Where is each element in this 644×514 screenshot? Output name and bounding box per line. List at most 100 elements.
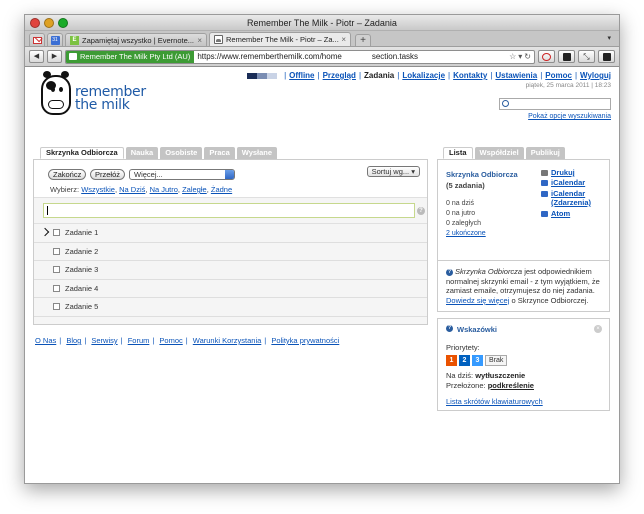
nav-locations[interactable]: Lokalizacje — [402, 71, 445, 80]
forward-button[interactable]: ▶ — [47, 50, 62, 63]
nav-contacts[interactable]: Kontakty — [453, 71, 487, 80]
resize-button[interactable]: ⤡ — [578, 50, 595, 63]
tip-postponed-value: podkreślenie — [487, 381, 534, 390]
identity-icon — [69, 53, 77, 60]
list-tabs: Skrzynka Odbiorcza Nauka Osobiste Praca … — [40, 147, 278, 159]
calendar-icon — [541, 191, 548, 197]
priority-3-badge: 3 — [472, 355, 483, 366]
browser-tab-bar: 31 E Zapamiętaj wszystko | Evernote... ×… — [25, 31, 619, 47]
close-tab-icon[interactable]: × — [341, 35, 346, 44]
zoom-window-button[interactable] — [58, 18, 68, 28]
search-input[interactable] — [499, 98, 611, 110]
browser-tab-evernote[interactable]: E Zapamiętaj wszystko | Evernote... × — [65, 33, 207, 46]
tip-today-value: wytłuszczenie — [475, 371, 526, 380]
icalendar-events-link[interactable]: iCalendar — [551, 189, 585, 198]
new-tab-button[interactable]: + — [355, 34, 371, 46]
tab-osobiste[interactable]: Osobiste — [160, 147, 203, 159]
select-none-link[interactable]: Żadne — [211, 185, 232, 194]
stat-today: 0 na dziś — [446, 200, 475, 207]
task-row[interactable]: Zadanie 5 — [34, 298, 427, 317]
icalendar-events-link-suffix[interactable]: (Zdarzenia) — [551, 198, 591, 207]
footer-terms-link[interactable]: Warunki Korzystania — [193, 336, 262, 345]
minimize-window-button[interactable] — [44, 18, 54, 28]
select-prefix: Wybierz: — [50, 185, 80, 194]
help-list-name: Skrzynka Odbiorcza — [455, 267, 523, 276]
atom-link[interactable]: Atom — [551, 209, 570, 218]
url-text[interactable]: https://www.rememberthemilk.com/home sect… — [194, 52, 509, 61]
select-tomorrow-link[interactable]: Na Jutro — [150, 185, 178, 194]
print-link[interactable]: Drukuj — [551, 168, 575, 177]
search-options-link[interactable]: Pokaż opcje wyszukiwania — [528, 113, 611, 120]
close-window-button[interactable] — [30, 18, 40, 28]
tab-menu-icon[interactable]: ▾ — [607, 34, 611, 42]
reload-icon[interactable]: ↻ — [524, 52, 531, 61]
list-title: Skrzynka Odbiorcza — [446, 170, 518, 179]
url-end: section.tasks — [371, 52, 419, 61]
footer-privacy-link[interactable]: Polityka prywatności — [271, 336, 339, 345]
footer-help-link[interactable]: Pomoc — [159, 336, 182, 345]
completed-link[interactable]: 2 ukończone — [446, 230, 486, 237]
task-row[interactable]: Zadanie 1 — [34, 224, 427, 243]
site-identity-badge[interactable]: Remember The Milk Pty Ltd (AU) — [66, 50, 195, 63]
complete-button[interactable]: Zakończ — [48, 169, 87, 180]
icalendar-link[interactable]: iCalendar — [551, 178, 585, 187]
nav-offline[interactable]: Offline — [289, 71, 314, 80]
task-checkbox[interactable] — [53, 229, 60, 236]
url-start: https://www.rememberthemilk.com/home — [197, 52, 342, 61]
nav-settings[interactable]: Ustawienia — [495, 71, 537, 80]
task-checkbox[interactable] — [53, 247, 60, 255]
select-today-link[interactable]: Na Dziś — [119, 185, 145, 194]
tab-wyslane[interactable]: Wysłane — [236, 147, 278, 159]
select-overdue-link[interactable]: Zaległe — [182, 185, 207, 194]
sort-by-select[interactable]: Sortuj wg... ▾ — [366, 166, 420, 177]
shortcuts-link[interactable]: Lista skrótów klawiaturowych — [446, 397, 543, 406]
browser-tab-label: Remember The Milk - Piotr – Za... — [226, 35, 339, 44]
close-tab-icon[interactable]: × — [197, 36, 202, 45]
task-row[interactable]: Zadanie 2 — [34, 242, 427, 262]
tab-list[interactable]: Lista — [443, 147, 473, 159]
select-all-link[interactable]: Wszystkie — [81, 185, 115, 194]
learn-more-link[interactable]: Dowiedz się więcej — [446, 296, 509, 305]
addon-button-dark[interactable] — [558, 50, 575, 63]
tab-share[interactable]: Współdziel — [474, 147, 524, 159]
task-checkbox[interactable] — [53, 266, 60, 274]
rtm-logo[interactable]: remember the milk — [35, 71, 146, 121]
dropdown-arrow-icon[interactable]: ▾ — [518, 52, 522, 61]
browser-tab-rtm[interactable]: Remember The Milk - Piotr – Za... × — [209, 32, 351, 46]
tab-publish[interactable]: Publikuj — [525, 147, 565, 159]
nav-help[interactable]: Pomoc — [545, 71, 572, 80]
addon-icon — [542, 52, 551, 61]
back-button[interactable]: ◀ — [29, 50, 44, 63]
footer-services-link[interactable]: Serwisy — [91, 336, 117, 345]
help-icon[interactable]: ? — [417, 207, 425, 215]
resize-icon: ⤡ — [583, 51, 590, 61]
close-icon[interactable]: × — [594, 325, 602, 333]
selection-row: Wybierz: Wszystkie, Na Dziś, Na Jutro, Z… — [50, 185, 233, 194]
add-task-input[interactable] — [43, 203, 415, 218]
pinned-tab-gmail[interactable] — [29, 33, 45, 46]
task-row[interactable]: Zadanie 3 — [34, 261, 427, 280]
task-checkbox[interactable] — [53, 284, 60, 292]
tips-title: Wskazówki — [457, 325, 498, 334]
task-name: Zadanie 5 — [65, 302, 99, 312]
nav-logout[interactable]: Wyloguj — [580, 71, 611, 80]
priorities-label: Priorytety: — [446, 343, 480, 352]
tab-nauka[interactable]: Nauka — [125, 147, 159, 159]
pinned-tab-calendar[interactable]: 31 — [47, 33, 63, 46]
task-name: Zadanie 4 — [65, 283, 99, 293]
nav-overview[interactable]: Przegląd — [323, 71, 356, 80]
task-checkbox[interactable] — [53, 303, 60, 311]
footer-about-link[interactable]: O Nas — [35, 336, 56, 345]
tab-inbox[interactable]: Skrzynka Odbiorcza — [40, 147, 124, 159]
addon-button-red[interactable] — [538, 50, 555, 63]
more-actions-select[interactable]: Więcej... — [129, 169, 235, 180]
task-row[interactable]: Zadanie 4 — [34, 279, 427, 299]
tab-praca[interactable]: Praca — [204, 147, 235, 159]
bookmark-star-icon[interactable]: ☆ — [509, 52, 516, 61]
address-bar[interactable]: Remember The Milk Pty Ltd (AU) https://w… — [65, 49, 535, 64]
footer-blog-link[interactable]: Blog — [66, 336, 81, 345]
priority-2-badge: 2 — [459, 355, 470, 366]
footer-forum-link[interactable]: Forum — [128, 336, 150, 345]
menu-button[interactable] — [598, 50, 615, 63]
postpone-button[interactable]: Przełóż — [90, 169, 126, 180]
